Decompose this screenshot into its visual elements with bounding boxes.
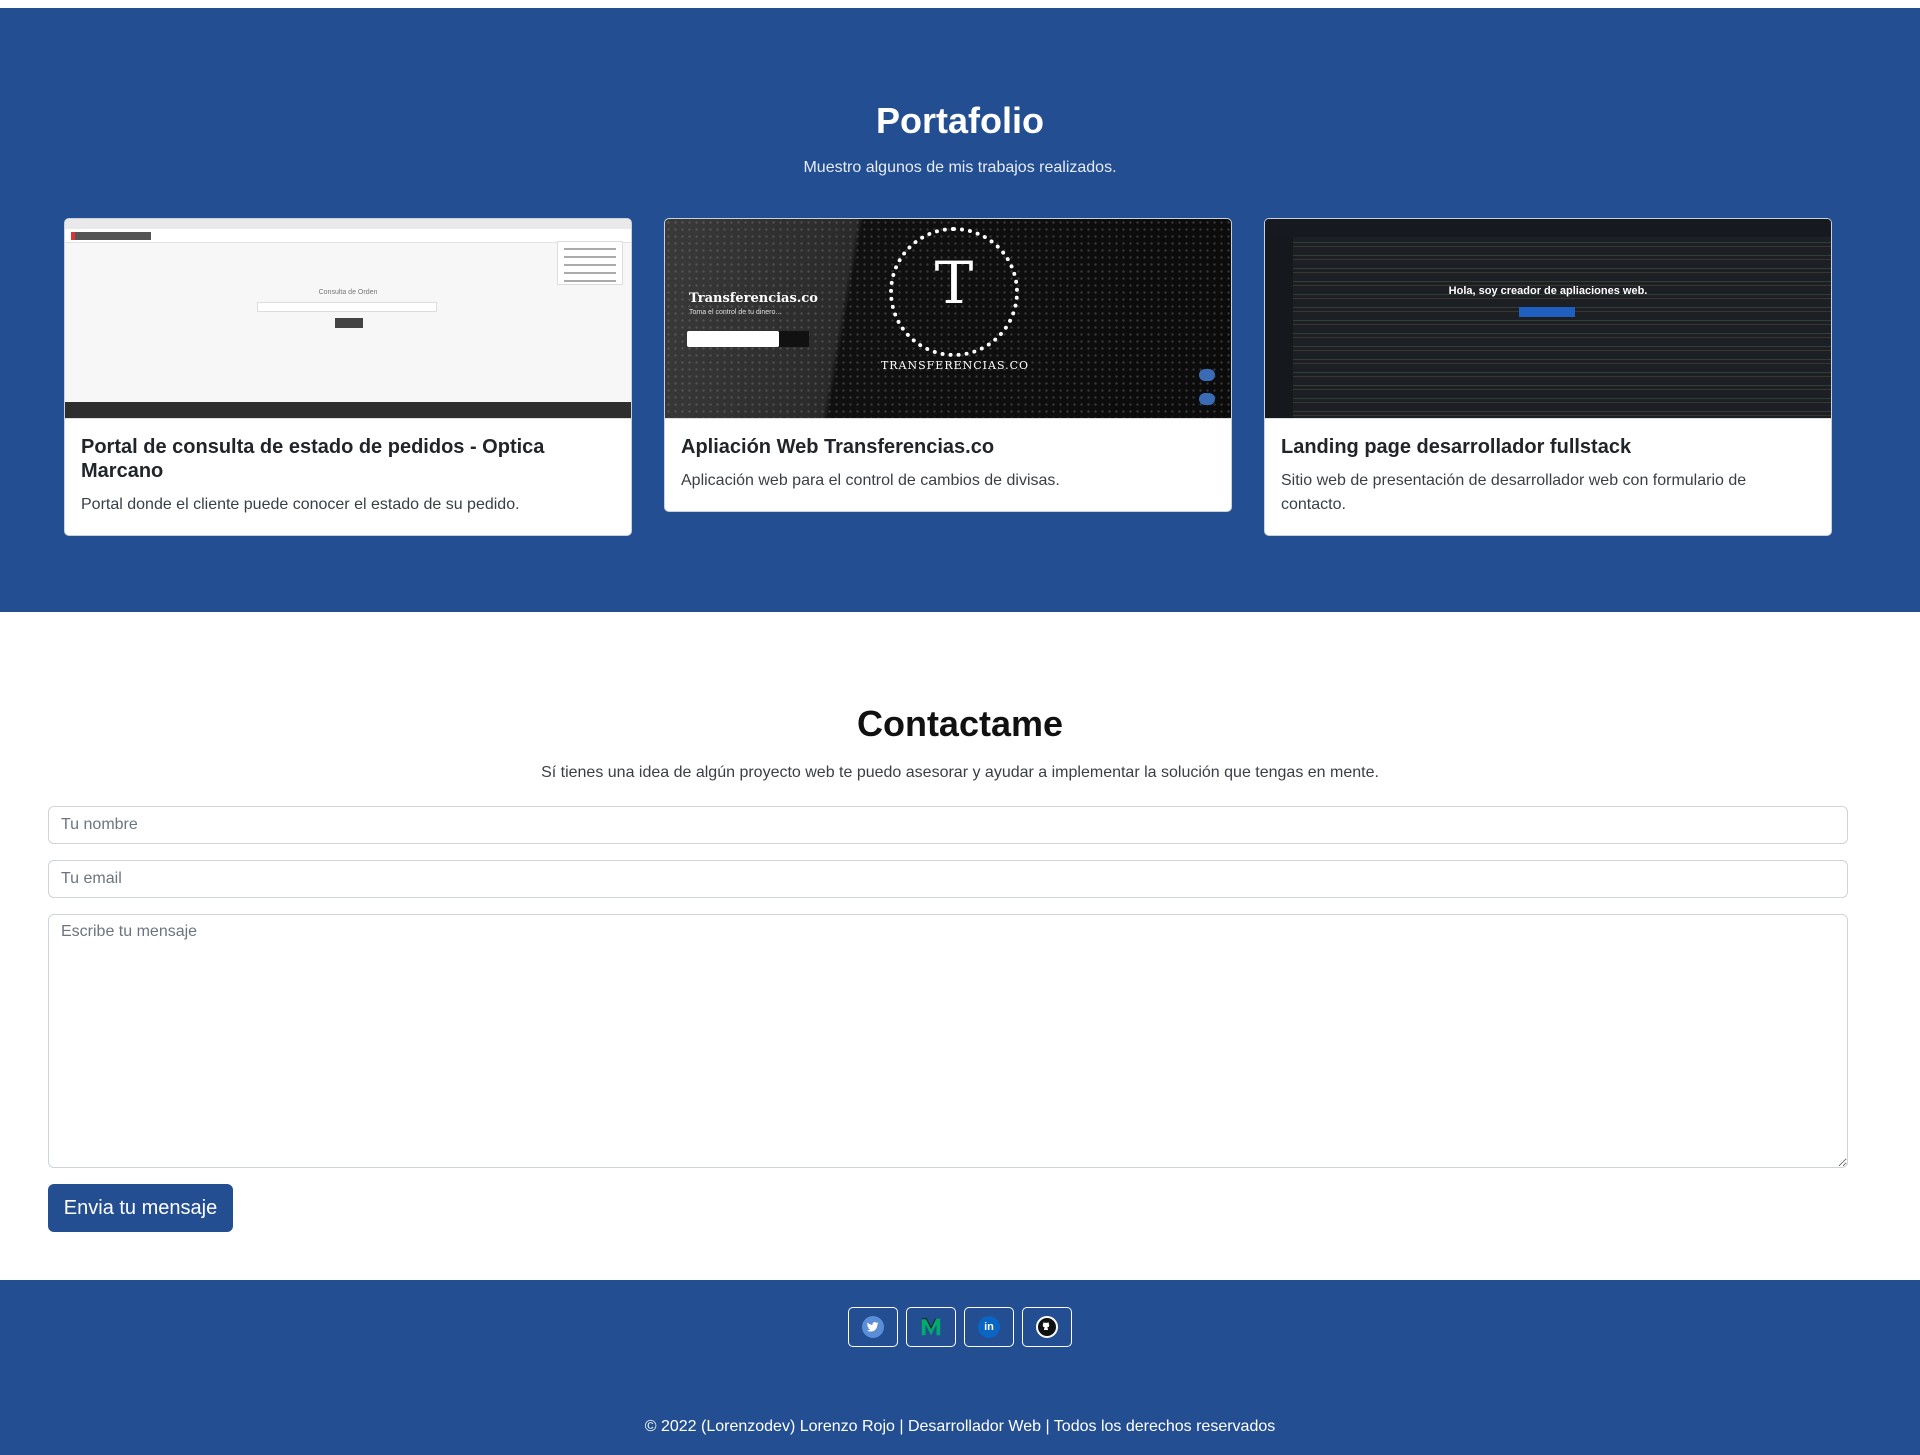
github-link[interactable] — [1022, 1307, 1072, 1347]
seal-letter: T — [934, 249, 974, 317]
twitter-icon — [862, 1316, 884, 1338]
thumb-search-button — [779, 331, 809, 347]
social-links: in — [848, 1307, 1072, 1347]
thumb-search-input — [687, 331, 779, 347]
portfolio-card-optica[interactable]: Consulta de Orden Portal de consulta de … — [64, 218, 632, 536]
footer: in © 2022 (Lorenzodev) Lorenzo Rojo | De… — [0, 1280, 1920, 1455]
chat-icon — [1199, 369, 1215, 381]
optica-logo — [71, 232, 151, 240]
card-text: Sitio web de presentación de desarrollad… — [1281, 472, 1747, 513]
card-thumbnail-optica: Consulta de Orden — [65, 219, 631, 419]
email-field[interactable] — [48, 860, 1848, 898]
medium-icon — [920, 1316, 942, 1338]
message-field[interactable] — [48, 914, 1848, 1168]
portfolio-card-transferencias[interactable]: Transferencias.co Toma el control de tu … — [664, 218, 1232, 512]
contact-title: Contactame — [856, 703, 1064, 744]
contact-lead: Sí tienes una idea de algún proyecto web… — [541, 764, 1379, 781]
thumb-brand: Transferencias.co — [689, 291, 818, 306]
card-title: Landing page desarrollador fullstack — [1281, 436, 1632, 458]
copyright-text: © 2022 (Lorenzodev) Lorenzo Rojo | Desar… — [644, 1418, 1276, 1435]
thumb-form-input — [257, 302, 437, 312]
linkedin-icon: in — [978, 1316, 1000, 1338]
twitter-link[interactable] — [848, 1307, 898, 1347]
thumb-tagline: Toma el control de tu dinero... — [689, 309, 782, 316]
linkedin-link[interactable]: in — [964, 1307, 1014, 1347]
seal-name: TRANSFERENCIAS.CO — [880, 359, 1030, 372]
dropdown-menu-preview — [557, 241, 623, 285]
thumb-form-button — [335, 318, 363, 328]
top-strip — [0, 0, 1920, 8]
thumb-hero-text: Hola, soy creador de apliaciones web. — [1448, 285, 1648, 297]
thumb-hero-button — [1519, 307, 1575, 317]
name-field[interactable] — [48, 806, 1848, 844]
portfolio-title: Portafolio — [876, 100, 1044, 141]
send-message-button[interactable]: Envia tu mensaje — [48, 1184, 233, 1232]
card-title: Portal de consulta de estado de pedidos … — [81, 436, 545, 482]
card-thumbnail-landing: Hola, soy creador de apliaciones web. — [1265, 219, 1831, 419]
thumb-footer — [65, 402, 631, 418]
card-text: Aplicación web para el control de cambio… — [681, 472, 1060, 489]
portfolio-card-landing[interactable]: Hola, soy creador de apliaciones web. La… — [1264, 218, 1832, 536]
portfolio-subtitle: Muestro algunos de mis trabajos realizad… — [803, 159, 1117, 176]
github-icon — [1036, 1316, 1058, 1338]
card-thumbnail-transferencias: Transferencias.co Toma el control de tu … — [665, 219, 1231, 419]
thumb-form-label: Consulta de Orden — [318, 289, 378, 296]
card-title: Apliación Web Transferencias.co — [681, 436, 995, 458]
card-text: Portal donde el cliente puede conocer el… — [81, 496, 520, 513]
portfolio-section: Portafolio Muestro algunos de mis trabaj… — [0, 8, 1920, 612]
whatsapp-icon — [1199, 393, 1215, 405]
medium-link[interactable] — [906, 1307, 956, 1347]
